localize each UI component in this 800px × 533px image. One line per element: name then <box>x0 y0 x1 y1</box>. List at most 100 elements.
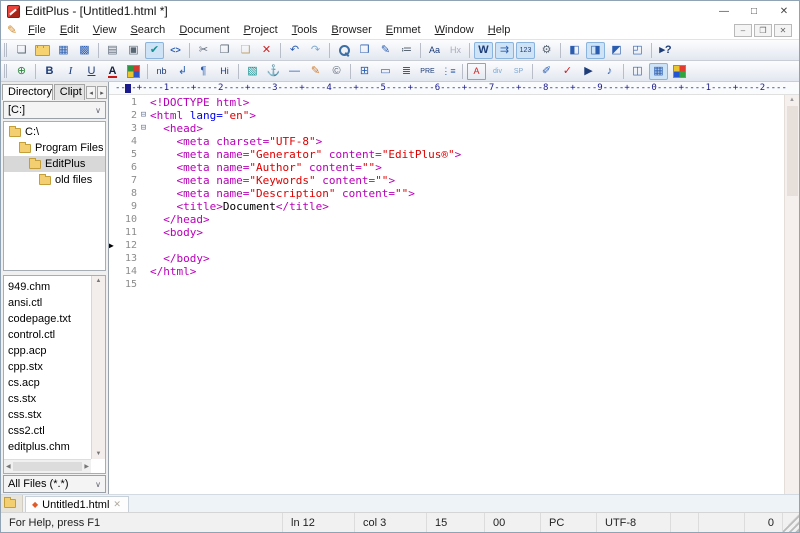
close-button[interactable]: ✕ <box>769 1 799 21</box>
insert-span-button[interactable]: SP <box>509 63 528 80</box>
replace-button[interactable]: ✎ <box>376 42 395 59</box>
context-help-button[interactable]: ▸? <box>656 42 675 59</box>
menu-project[interactable]: Project <box>236 24 284 36</box>
fold-icon[interactable]: ⊟ <box>137 122 150 135</box>
scroll-left-icon[interactable]: ◀ <box>6 463 11 470</box>
scroll-up-icon[interactable]: ▲ <box>96 278 102 284</box>
cut-button[interactable]: ✂ <box>194 42 213 59</box>
insert-anchor-button[interactable]: ⚓ <box>264 63 283 80</box>
line-break-button[interactable]: ↲ <box>173 63 192 80</box>
word-wrap-button[interactable]: W <box>474 42 493 59</box>
view-source-button[interactable]: <> <box>166 42 185 59</box>
css-style-button[interactable]: A <box>467 63 486 80</box>
copy-button[interactable]: ❐ <box>215 42 234 59</box>
menu-edit[interactable]: Edit <box>53 24 86 36</box>
toggle-cliptext-window-button[interactable]: ◩ <box>607 42 626 59</box>
insert-video-button[interactable]: ▶ <box>579 63 598 80</box>
minimize-button[interactable]: — <box>709 1 739 21</box>
print-preview-button[interactable]: ▤ <box>103 42 122 59</box>
toggle-directory-window-button[interactable]: ◧ <box>565 42 584 59</box>
scroll-right-icon[interactable]: ▶ <box>84 463 89 470</box>
tree-item-old-files[interactable]: old files <box>4 172 105 188</box>
find-button[interactable] <box>334 42 353 59</box>
toolbar-grip[interactable] <box>4 64 8 78</box>
mdi-close-button[interactable]: ✕ <box>774 24 792 37</box>
file-item-cpp-acp[interactable]: cpp.acp <box>8 343 90 359</box>
preferences-button[interactable]: ⚙ <box>537 42 556 59</box>
save-all-button[interactable]: ▩ <box>75 42 94 59</box>
menu-emmet[interactable]: Emmet <box>379 24 428 36</box>
auto-indent-button[interactable]: ⇉ <box>495 42 514 59</box>
toggle-output-window-button[interactable]: ◨ <box>586 42 605 59</box>
menu-window[interactable]: Window <box>428 24 481 36</box>
menu-tools[interactable]: Tools <box>285 24 325 36</box>
maximize-button[interactable]: □ <box>739 1 769 21</box>
open-file-button[interactable] <box>33 42 52 59</box>
paragraph-button[interactable]: ¶ <box>194 63 213 80</box>
tab-scroll-right-icon[interactable]: ▸ <box>97 86 107 99</box>
toolbar-grip[interactable] <box>4 43 8 57</box>
tab-list-folder-button[interactable] <box>1 495 23 512</box>
toggle-browser-pane-button[interactable]: ◫ <box>628 63 647 80</box>
insert-div-button[interactable]: div <box>488 63 507 80</box>
special-character-button[interactable]: © <box>327 63 346 80</box>
file-item-codepage-txt[interactable]: codepage.txt <box>8 311 90 327</box>
heading-button[interactable]: Hi <box>215 63 234 80</box>
color-palette-button[interactable] <box>124 63 143 80</box>
drive-selector[interactable]: [C:] ∨ <box>3 101 106 119</box>
resize-grip-icon[interactable] <box>783 513 799 532</box>
file-item-editplus-chm[interactable]: editplus.chm <box>8 439 90 455</box>
menu-file[interactable]: File <box>21 24 53 36</box>
compose-button[interactable]: ✎ <box>306 63 325 80</box>
change-case-button[interactable]: Aa <box>425 42 444 59</box>
mdi-minimize-button[interactable]: – <box>734 24 752 37</box>
tab-cliptext[interactable]: Clipt <box>54 84 85 100</box>
file-item-cpp-stx[interactable]: cpp.stx <box>8 359 90 375</box>
menu-document[interactable]: Document <box>172 24 236 36</box>
find-in-files-button[interactable]: ❒ <box>355 42 374 59</box>
horizontal-rule-button[interactable]: — <box>285 63 304 80</box>
editor-vscrollbar[interactable]: ▲ <box>784 95 799 494</box>
insert-image-button[interactable]: ▧ <box>243 63 262 80</box>
file-list-vscrollbar[interactable]: ▲ ▼ <box>91 276 105 459</box>
center-text-button[interactable]: ≣ <box>397 63 416 80</box>
insert-audio-button[interactable]: ♪ <box>600 63 619 80</box>
toggle-document-selector-button[interactable]: ▦ <box>649 63 668 80</box>
new-file-button[interactable]: ❏ <box>12 42 31 59</box>
mdi-restore-button[interactable]: ❐ <box>754 24 772 37</box>
vscroll-thumb[interactable] <box>787 106 798 196</box>
insert-table-button[interactable]: ⊞ <box>355 63 374 80</box>
menu-help[interactable]: Help <box>481 24 518 36</box>
paste-button[interactable]: ❑ <box>236 42 255 59</box>
undo-button[interactable]: ↶ <box>285 42 304 59</box>
scroll-up-icon[interactable]: ▲ <box>789 97 795 103</box>
save-button[interactable]: ▦ <box>54 42 73 59</box>
menu-search[interactable]: Search <box>123 24 172 36</box>
nonbreaking-space-button[interactable]: nb <box>152 63 171 80</box>
delete-button[interactable]: ✕ <box>257 42 276 59</box>
toggle-marker-button[interactable]: ≔ <box>397 42 416 59</box>
document-tab-untitled1[interactable]: ◆ Untitled1.html ✕ <box>25 496 129 512</box>
check-syntax-button[interactable]: ✔ <box>145 42 164 59</box>
file-item-control-ctl[interactable]: control.ctl <box>8 327 90 343</box>
edit-script-button[interactable]: ✐ <box>537 63 556 80</box>
menu-browser[interactable]: Browser <box>324 24 378 36</box>
window-colors-button[interactable] <box>670 63 689 80</box>
tab-close-icon[interactable]: ✕ <box>113 499 121 510</box>
code-area[interactable]: 1<!DOCTYPE html>2⊟<html lang="en">3⊟ <he… <box>109 95 799 494</box>
preformatted-button[interactable]: PRE <box>418 63 437 80</box>
file-filter-selector[interactable]: All Files (*.*) ∨ <box>3 475 106 493</box>
file-list-hscrollbar[interactable]: ◀ ▶ <box>4 459 91 473</box>
scroll-down-icon[interactable]: ▼ <box>96 451 102 457</box>
redo-button[interactable]: ↷ <box>306 42 325 59</box>
italic-button[interactable]: I <box>61 63 80 80</box>
insert-list-button[interactable]: ⋮≡ <box>439 63 458 80</box>
menu-view[interactable]: View <box>86 24 124 36</box>
bold-button[interactable]: B <box>40 63 59 80</box>
toggle-fullscreen-button[interactable]: ◰ <box>628 42 647 59</box>
spell-check-button[interactable]: ✓ <box>558 63 577 80</box>
view-in-browser-button[interactable]: ⊕ <box>12 63 31 80</box>
tab-directory[interactable]: Directory <box>2 84 53 100</box>
file-item-css-stx[interactable]: css.stx <box>8 407 90 423</box>
fold-icon[interactable]: ⊟ <box>137 109 150 122</box>
